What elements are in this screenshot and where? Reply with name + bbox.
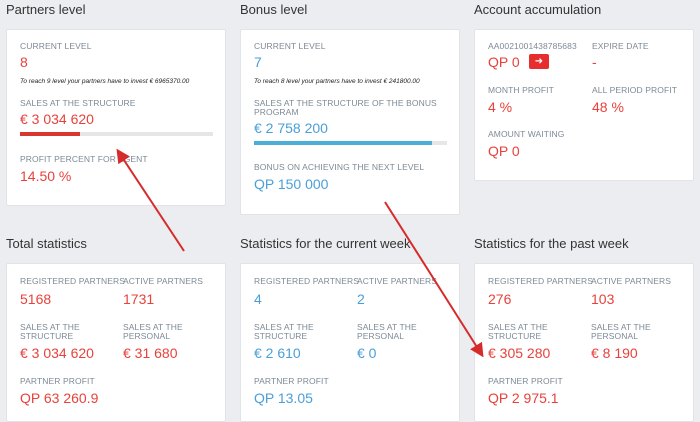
annotation-arrow-2: [384, 201, 484, 358]
annotation-arrow-1: [116, 148, 185, 252]
annotation-arrows: [116, 148, 484, 358]
